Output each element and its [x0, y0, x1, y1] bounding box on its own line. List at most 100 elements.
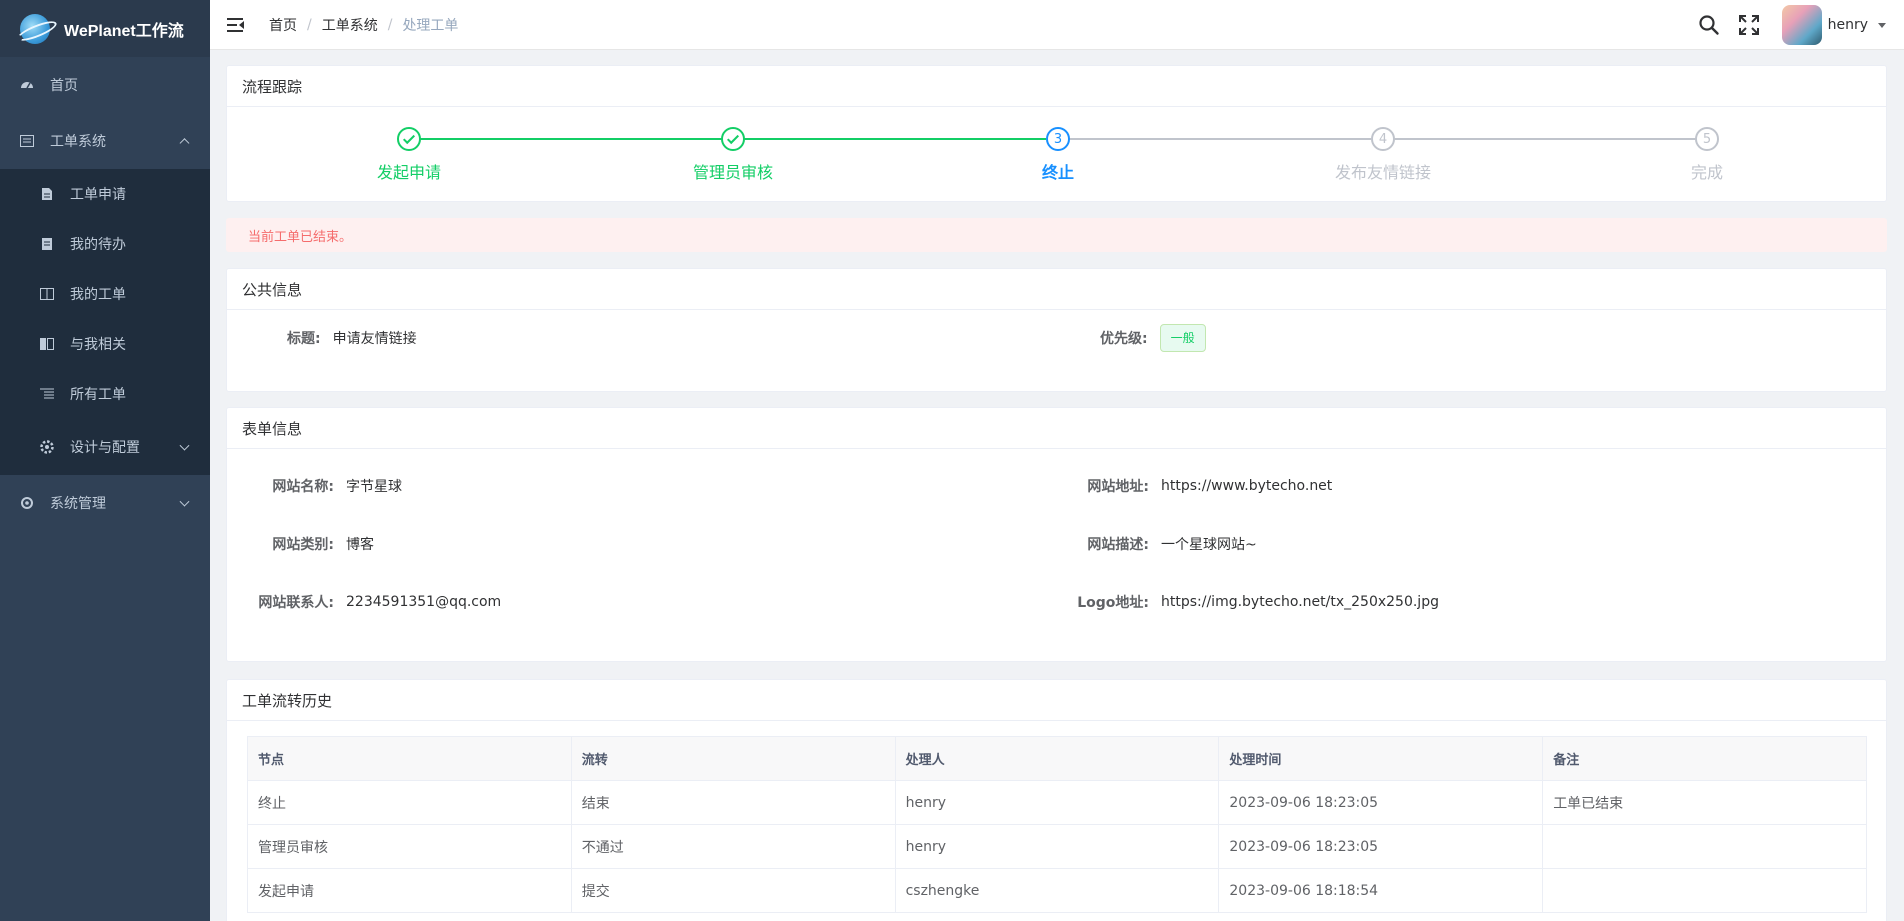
hamburger-icon[interactable]: [227, 17, 245, 32]
sidebar: WePlanet工作流 首页 工单系统 工单申请 我的待办 我的工单 与我相关 …: [0, 0, 210, 921]
breadcrumb-current: 处理工单: [402, 17, 459, 34]
table-cell: [1542, 824, 1867, 869]
contact-value: 2234591351@qq.com: [346, 594, 502, 610]
top-navbar: 首页 / 工单系统 / 处理工单 henry: [210, 0, 1904, 50]
avatar[interactable]: [1781, 5, 1822, 45]
header-actions: henry: [1698, 0, 1886, 50]
table-cell: henry: [894, 824, 1220, 869]
breadcrumb-ticket-system[interactable]: 工单系统: [322, 15, 378, 35]
table-cell: 管理员审核: [247, 824, 572, 869]
breadcrumb-separator: /: [307, 16, 312, 33]
title-field: 标题: 申请友情链接: [287, 328, 417, 348]
table-row: 终止 结束 henry 2023-09-06 18:23:05 工单已结束: [247, 780, 1867, 825]
sidebar-item-label: 与我相关: [70, 337, 126, 353]
sidebar-item-ticket-system[interactable]: 工单系统: [0, 113, 210, 169]
step-title: 发起申请: [376, 163, 441, 182]
table-header-row: 节点 流转 处理人 处理时间 备注: [247, 736, 1867, 781]
column-header: 节点: [247, 736, 572, 781]
step-2: 管理员审核: [673, 127, 793, 183]
site-name-label: 网站名称:: [272, 479, 334, 495]
username[interactable]: henry: [1828, 17, 1868, 33]
step-number: 3: [1046, 127, 1070, 151]
sidebar-item-all-tickets[interactable]: 所有工单: [0, 369, 210, 419]
caret-down-icon[interactable]: [1878, 22, 1886, 28]
app-logo[interactable]: WePlanet工作流: [0, 0, 210, 57]
sidebar-item-design-config[interactable]: 设计与配置: [0, 419, 210, 475]
column-header: 备注: [1542, 736, 1867, 781]
fullscreen-icon[interactable]: [1738, 14, 1760, 36]
step-title: 发布友情链接: [1334, 163, 1431, 182]
column-header: 流转: [570, 736, 896, 781]
table-cell: 2023-09-06 18:23:05: [1218, 824, 1544, 869]
logo-field: Logo地址: https://img.bytecho.net/tx_250x2…: [1049, 592, 1439, 612]
site-desc-field: 网站描述: 一个星球网站~: [1069, 534, 1256, 554]
step-3: 3 终止: [998, 127, 1118, 183]
table-cell: 提交: [570, 868, 896, 913]
sidebar-item-label: 首页: [50, 78, 78, 94]
sidebar-item-my-tickets[interactable]: 我的工单: [0, 269, 210, 319]
sidebar-item-system-manage[interactable]: 系统管理: [0, 475, 210, 531]
site-url-field: 网站地址: https://www.bytecho.net: [1069, 476, 1332, 496]
site-url-label: 网站地址:: [1087, 479, 1149, 495]
sidebar-item-my-todo[interactable]: 我的待办: [0, 219, 210, 269]
breadcrumb-home[interactable]: 首页: [269, 15, 297, 35]
dashboard-icon: [20, 78, 34, 92]
step-5: 5 完成: [1647, 127, 1767, 183]
contact-field: 网站联系人: 2234591351@qq.com: [234, 592, 501, 612]
sidebar-item-label: 设计与配置: [70, 440, 140, 456]
sidebar-item-label: 我的待办: [70, 237, 126, 253]
check-icon: [397, 127, 421, 151]
priority-label: 优先级:: [1100, 331, 1148, 347]
form-info-card: 表单信息 网站名称: 字节星球 网站地址: https://www.bytech…: [226, 407, 1887, 662]
site-name-field: 网站名称: 字节星球: [254, 476, 402, 496]
step-title: 完成: [1690, 163, 1723, 182]
ticket-ended-alert: 当前工单已结束。: [226, 218, 1887, 252]
logo-value: https://img.bytecho.net/tx_250x250.jpg: [1161, 594, 1439, 610]
settings-icon: [20, 496, 34, 510]
sidebar-item-home[interactable]: 首页: [0, 57, 210, 113]
list-icon: [40, 387, 54, 401]
app-title: WePlanet工作流: [64, 22, 184, 40]
public-info-card: 公共信息 标题: 申请友情链接 优先级: 一般: [226, 268, 1887, 392]
table-cell: 结束: [570, 780, 896, 825]
search-icon[interactable]: [1698, 14, 1720, 36]
title-value: 申请友情链接: [332, 331, 417, 347]
ticket-history-title: 工单流转历史: [227, 680, 1886, 721]
chevron-up-icon: [179, 138, 190, 149]
todo-doc-icon: [40, 237, 54, 251]
table-cell: henry: [894, 780, 1220, 825]
sidebar-item-label: 我的工单: [70, 287, 126, 303]
step-line: [733, 138, 1046, 140]
sidebar-item-ticket-apply[interactable]: 工单申请: [0, 169, 210, 219]
flow-steps: 发起申请 管理员审核 3 终止 4 发布友情链接 5 完成: [227, 107, 1886, 203]
sidebar-item-related[interactable]: 与我相关: [0, 319, 210, 369]
title-label: 标题:: [287, 331, 321, 347]
edit-doc-icon: [40, 187, 54, 201]
site-type-field: 网站类别: 博客: [254, 534, 374, 554]
related-book-icon: [40, 337, 54, 351]
table-cell: 2023-09-06 18:23:05: [1218, 780, 1544, 825]
ticket-submenu: 工单申请 我的待办 我的工单 与我相关 所有工单 设计与配置: [0, 169, 210, 475]
gear-icon: [40, 440, 54, 454]
sidebar-item-label: 工单系统: [50, 134, 106, 150]
site-type-label: 网站类别:: [272, 537, 334, 553]
step-number: 4: [1371, 127, 1395, 151]
sidebar-item-label: 系统管理: [50, 496, 106, 512]
ticket-system-icon: [20, 134, 34, 148]
breadcrumb-separator: /: [387, 16, 393, 33]
chevron-down-icon: [179, 496, 190, 507]
chevron-down-icon: [179, 440, 190, 451]
table-cell: 工单已结束: [1542, 780, 1867, 825]
site-desc-label: 网站描述:: [1087, 537, 1149, 553]
flow-tracking-title: 流程跟踪: [227, 66, 1886, 107]
public-info-title: 公共信息: [227, 269, 1886, 310]
step-title: 终止: [1041, 163, 1074, 182]
book-open-icon: [40, 287, 54, 301]
column-header: 处理时间: [1218, 736, 1544, 781]
table-cell: 发起申请: [247, 868, 572, 913]
table-row: 发起申请 提交 cszhengke 2023-09-06 18:18:54: [247, 868, 1867, 913]
flow-tracking-card: 流程跟踪 发起申请 管理员审核 3 终止 4 发布友情链接 5 完成: [226, 65, 1887, 202]
priority-tag: 一般: [1159, 324, 1206, 352]
step-title: 管理员审核: [692, 163, 773, 182]
column-header: 处理人: [894, 736, 1220, 781]
